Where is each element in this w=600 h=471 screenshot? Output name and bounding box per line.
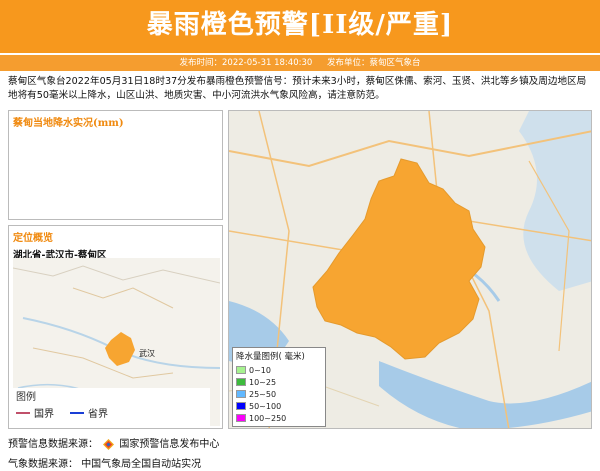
legend-label: 100~250 <box>249 413 287 423</box>
legend-swatch <box>236 390 246 398</box>
warning-source: 预警信息数据来源： 国家预警信息发布中心 <box>8 435 219 450</box>
warning-source-value[interactable]: 国家预警信息发布中心 <box>119 439 219 450</box>
legend-label: 0~10 <box>249 365 271 375</box>
legend-swatch <box>236 366 246 374</box>
location-legend-row: 国界 省界 <box>10 405 210 420</box>
legend-label: 10~25 <box>249 377 277 387</box>
weather-source-value: 中国气象局全国自动站实况 <box>81 459 202 470</box>
rainfall-legend-title: 降水量图例( 毫米) <box>236 352 305 362</box>
publish-unit: 发布单位：蔡甸区气象台 <box>326 58 421 68</box>
warning-header: 暴雨橙色预警[II级/严重] <box>0 0 600 53</box>
warning-title: 暴雨橙色预警[II级/严重] <box>146 10 454 40</box>
warning-center-logo-icon <box>103 438 115 450</box>
location-map-city-label: 武汉 <box>139 348 155 358</box>
rainfall-legend-row: 25~50 <box>233 388 325 400</box>
legend-label: 50~100 <box>249 401 282 411</box>
rainfall-legend: 降水量图例( 毫米) 0~10 10~25 25~50 50~100 100~2… <box>232 347 326 427</box>
rainfall-legend-row: 10~25 <box>233 376 325 388</box>
rainfall-legend-row: 0~10 <box>233 364 325 376</box>
border-line-swatch <box>16 411 30 414</box>
legend-label: 25~50 <box>249 389 277 399</box>
legend-country-border: 国界 <box>34 409 54 420</box>
legend-province-border: 省界 <box>88 409 108 420</box>
warning-description: 蔡甸区气象台2022年05月31日18时37分发布暴雨橙色预警信号：预计未来3小… <box>8 76 587 101</box>
legend-swatch <box>236 402 246 410</box>
publish-meta: 发布时间：2022-05-31 18:40:30 发布单位：蔡甸区气象台 <box>0 55 600 71</box>
rain-panel: 蔡甸当地降水实况(mm) <box>8 110 223 220</box>
rainfall-legend-row: 50~100 <box>233 400 325 412</box>
location-legend-title: 图例 <box>16 392 36 403</box>
legend-swatch <box>236 414 246 422</box>
rain-panel-title: 蔡甸当地降水实况(mm) <box>13 118 124 129</box>
rainfall-legend-row: 100~250 <box>233 412 325 424</box>
warning-source-label: 预警信息数据来源： <box>8 439 98 450</box>
location-panel-title: 定位概览 <box>13 233 53 244</box>
legend-swatch <box>236 378 246 386</box>
weather-source-label: 气象数据来源： <box>8 459 78 470</box>
province-line-swatch <box>70 411 84 414</box>
weather-source: 气象数据来源： 中国气象局全国自动站实况 <box>8 455 201 470</box>
publish-time: 发布时间：2022-05-31 18:40:30 <box>179 58 313 68</box>
location-legend: 图例 国界 省界 <box>10 388 210 428</box>
